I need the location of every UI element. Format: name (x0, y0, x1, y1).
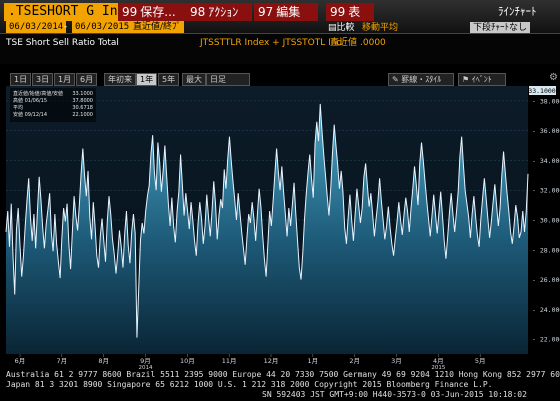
period-3d-button[interactable]: 3日 (32, 73, 54, 86)
y-tick-label: - 26.0000 (532, 276, 560, 284)
legend: 直近値/始値/高値/安値 33.1000 高値 01/06/15 37.8000 平均 3… (10, 88, 96, 122)
legend-row-label: 高値 01/06/15 (13, 97, 47, 104)
x-axis: 6月 7月 8月 9月 10月 11月 12月 1月 2月 3月 4月 5月2014 2015 (15, 354, 486, 370)
events-button[interactable]: ⚑ ｲﾍﾞﾝﾄ (458, 73, 506, 86)
overlay-value-label: 直近値 (330, 38, 358, 48)
frequency-select[interactable]: 日足 (206, 73, 250, 86)
compare-toggle[interactable]: ▤比較 (328, 22, 355, 34)
period-6m-button[interactable]: 6月 (76, 73, 98, 86)
menu-number: 97 (258, 5, 274, 19)
y-tick-label: - 34.0000 (532, 157, 560, 165)
legend-row-label: 直近値/始値/高値/安値 (13, 90, 63, 97)
legend-row-value: 37.8000 (72, 98, 93, 104)
menu-label: ｱｸｼｮﾝ (208, 5, 239, 19)
window-label: ﾗｲﾝﾁｬｰﾄ (498, 5, 537, 18)
y-tick-label: - 32.0000 (532, 187, 560, 195)
chart-subtitle: TSE Short Sell Ratio Total (6, 38, 119, 48)
x-tick-label: 1月 (308, 357, 319, 365)
last-value-label: 33.1000 (528, 87, 555, 95)
footer: Australia 61 2 9777 8600 Brazil 5511 239… (0, 370, 560, 401)
period-1m-button[interactable]: 1月 (54, 73, 76, 86)
date-separator: - (64, 22, 68, 32)
x-tick-label: 12月 (264, 357, 279, 365)
moving-average-toggle[interactable]: 移動平均 (362, 22, 398, 34)
period-max-button[interactable]: 最大 (182, 73, 206, 86)
x-tick-label: 6月 (15, 357, 26, 365)
lower-chart-select[interactable]: 下段ﾁｬｰﾄなし (470, 22, 531, 33)
menu-label: 編集 (276, 5, 301, 19)
compare-icon: ▤ (328, 23, 337, 33)
menu-actions[interactable]: 98 ｱｸｼｮﾝ (186, 3, 252, 21)
overlay-value: .0000 (360, 38, 386, 48)
x-tick-label: 4月 (433, 357, 444, 365)
menu-number: 99 (330, 5, 346, 19)
period-ytd-button[interactable]: 年初来 (104, 73, 136, 86)
field-select[interactable]: 直近値/終ﾌﾟ (130, 21, 185, 33)
period-5y-button[interactable]: 5年 (158, 73, 180, 86)
pencil-icon: ✎ (392, 75, 402, 84)
title-bar: .TSESHORT G Index 99 保存... 98 ｱｸｼｮﾝ 97 編集 9… (0, 0, 560, 34)
x-tick-label: 8月 (98, 357, 109, 365)
chart-info-row: TSE Short Sell Ratio Total JTSSTTLR Inde… (0, 34, 560, 64)
y-axis: - 22.0000 - 24.0000 - 26.0000 - 28.0000 - 30… (532, 97, 560, 343)
period-1y-button[interactable]: 1年 (136, 73, 158, 86)
legend-row-value: 22.1000 (72, 112, 93, 118)
legend-row-label: 平均 (13, 104, 23, 111)
x-tick-label: 9月 (140, 357, 151, 365)
x-tick-label: 11月 (222, 357, 237, 365)
menu-number: 98 (190, 5, 206, 19)
menu-number: 99 (122, 5, 138, 19)
menu-label: 保存... (140, 5, 176, 19)
menu-table[interactable]: 99 表 (326, 3, 374, 21)
drawing-tools-label: 罫線・ｽﾀｲﾙ (401, 75, 442, 84)
x-tick-label: 7月 (57, 357, 68, 365)
menu-edit[interactable]: 97 編集 (254, 3, 318, 21)
legend-row-value: 33.1000 (72, 91, 93, 97)
x-tick-label: 3月 (391, 357, 402, 365)
footer-session-line: SN 592403 JST GMT+9:00 H440-3573-0 03-Ju… (262, 390, 527, 399)
settings-icon[interactable]: ⚙ (549, 72, 558, 84)
menu-save[interactable]: 99 保存... (118, 3, 188, 21)
x-tick-label: 10月 (180, 357, 195, 365)
menu-label: 表 (348, 5, 361, 19)
legend-row-label: 安値 09/12/14 (13, 111, 47, 118)
legend-row-value: 30.6718 (72, 105, 93, 111)
drawing-tools-button[interactable]: ✎ 罫線・ｽﾀｲﾙ (388, 73, 454, 86)
y-tick-label: - 28.0000 (532, 246, 560, 254)
end-date-field[interactable]: 06/03/2015 (72, 21, 133, 33)
compare-label: 比較 (336, 23, 355, 33)
y-tick-label: - 22.0000 (532, 336, 560, 344)
period-1d-button[interactable]: 1日 (10, 73, 32, 86)
line-chart[interactable]: - 22.0000 - 24.0000 - 26.0000 - 28.0000 - 30… (0, 86, 560, 370)
y-tick-label: - 24.0000 (532, 306, 560, 314)
events-label: ｲﾍﾞﾝﾄ (471, 75, 492, 84)
x-tick-label: 5月 (475, 357, 486, 365)
footer-contacts-line: Japan 81 3 3201 8900 Singapore 65 6212 1… (6, 380, 493, 389)
start-date-field[interactable]: 06/03/2014 (6, 21, 67, 33)
footer-contacts-line: Australia 61 2 9777 8600 Brazil 5511 239… (6, 370, 560, 379)
y-tick-label: - 38.0000 (532, 97, 560, 105)
overlay-series-label: JTSSTTLR Index + JTSSTOTL Ind (200, 38, 343, 48)
x-tick-label: 2月 (349, 357, 360, 365)
y-tick-label: - 36.0000 (532, 127, 560, 135)
flag-icon: ⚑ (462, 75, 472, 84)
y-tick-label: - 30.0000 (532, 217, 560, 225)
